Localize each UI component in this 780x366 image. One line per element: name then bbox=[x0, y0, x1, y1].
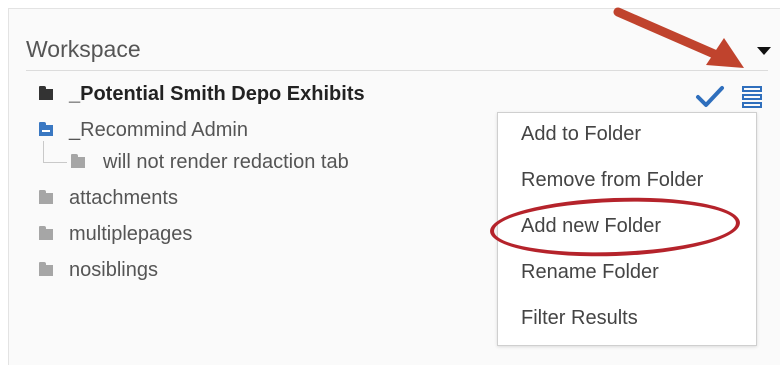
checkmark-icon[interactable] bbox=[695, 85, 725, 109]
folder-icon bbox=[39, 262, 53, 276]
tree-connector bbox=[43, 162, 67, 163]
tree-item-label: multiplepages bbox=[69, 223, 193, 245]
tree-item-will-not-render-redaction-tab[interactable]: will not render redaction tab bbox=[71, 151, 349, 174]
tree-item-nosiblings[interactable]: nosiblings bbox=[39, 259, 158, 282]
tree-item-label: will not render redaction tab bbox=[103, 151, 349, 173]
tree-item-multiplepages[interactable]: multiplepages bbox=[39, 223, 192, 246]
menu-item-filter-results[interactable]: Filter Results bbox=[521, 307, 638, 330]
folder-icon bbox=[39, 86, 53, 100]
tree-item-attachments[interactable]: attachments bbox=[39, 187, 178, 210]
tree-item-label: _Potential Smith Depo Exhibits bbox=[69, 83, 365, 105]
folder-icon bbox=[39, 226, 53, 240]
workspace-title: Workspace bbox=[26, 36, 141, 62]
tree-item-potential-smith-depo-exhibits[interactable]: _Potential Smith Depo Exhibits bbox=[39, 83, 365, 106]
tree-item-label: nosiblings bbox=[69, 259, 158, 281]
tree-item-recommind-admin[interactable]: _Recommind Admin bbox=[39, 119, 248, 142]
tree-item-label: _Recommind Admin bbox=[69, 119, 248, 141]
annotation-arrow-icon bbox=[613, 7, 744, 68]
menu-item-remove-from-folder[interactable]: Remove from Folder bbox=[521, 169, 703, 192]
hamburger-menu-icon[interactable] bbox=[742, 86, 762, 108]
folder-open-icon[interactable] bbox=[39, 122, 53, 136]
menu-item-add-to-folder[interactable]: Add to Folder bbox=[521, 123, 641, 146]
menu-item-rename-folder[interactable]: Rename Folder bbox=[521, 261, 659, 284]
folder-icon bbox=[71, 154, 85, 168]
tree-connector bbox=[43, 141, 44, 163]
tree-item-label: attachments bbox=[69, 187, 178, 209]
folder-icon bbox=[39, 190, 53, 204]
